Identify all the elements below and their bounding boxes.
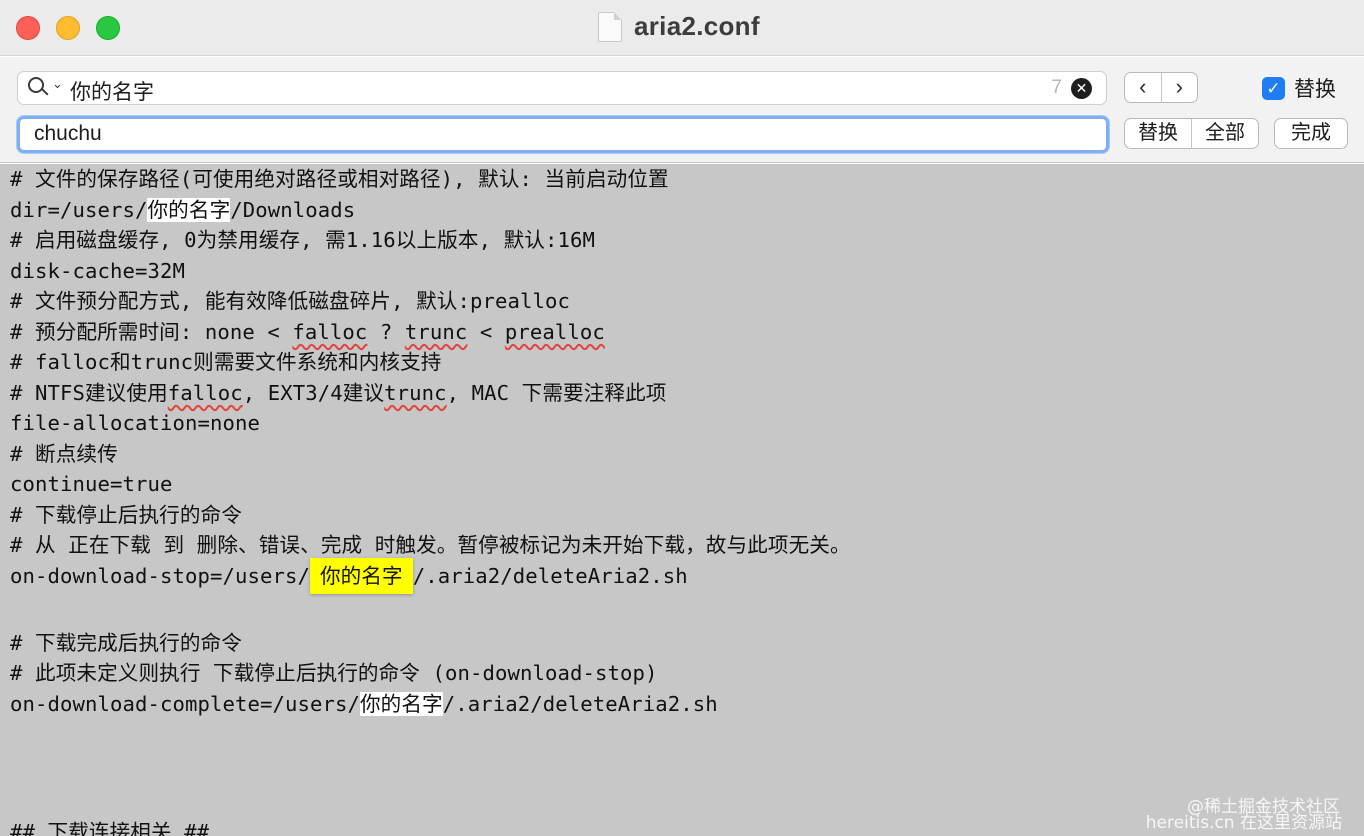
editor-line[interactable]: # 此项未定义则执行 下载停止后执行的命令 (on-download-stop) [10, 658, 657, 688]
match-count: 7 [1051, 77, 1062, 98]
spelling-error-mark: falloc [292, 319, 368, 344]
chevron-left-icon[interactable]: ‹ [1125, 73, 1161, 102]
spelling-error-mark: trunc [404, 319, 468, 344]
replace-checkbox-label: 替换 [1294, 78, 1336, 101]
editor-line[interactable]: # falloc和trunc则需要文件系统和内核支持 [10, 347, 442, 377]
editor-line[interactable]: dir=/users/你的名字/Downloads [10, 195, 355, 225]
find-field[interactable]: ⌄ 你的名字 7 ✕ [17, 71, 1107, 105]
editor-line[interactable]: # 预分配所需时间: none < falloc ? trunc < preal… [10, 317, 605, 347]
editor-line[interactable]: disk-cache=32M [10, 256, 185, 286]
search-options-chevron-icon[interactable]: ⌄ [52, 76, 63, 92]
search-icon[interactable] [28, 77, 50, 99]
match-navigation: ‹ › [1124, 72, 1198, 103]
spelling-error-mark: prealloc [504, 319, 605, 344]
editor-line[interactable]: # 断点续传 [10, 439, 118, 469]
minimize-window-button[interactable] [56, 16, 80, 40]
editor-line[interactable]: # 文件的保存路径(可使用绝对路径或相对路径), 默认: 当前启动位置 [10, 164, 669, 194]
spelling-error-mark: trunc [384, 380, 447, 405]
window-title: aria2.conf [634, 11, 760, 41]
chevron-right-icon[interactable]: › [1160, 73, 1198, 102]
editor-line[interactable]: # 下载停止后执行的命令 [10, 500, 242, 530]
close-window-button[interactable] [16, 16, 40, 40]
editor-line[interactable]: # NTFS建议使用falloc, EXT3/4建议trunc, MAC 下需要… [10, 378, 667, 408]
editor-line[interactable]: ## 下载连接相关 ## [10, 817, 209, 836]
editor-line[interactable]: # 从 正在下载 到 删除、错误、完成 时触发。暂停被标记为未开始下载，故与此项… [10, 530, 851, 560]
editor-line[interactable]: # 启用磁盘缓存, 0为禁用缓存, 需1.16以上版本, 默认:16M [10, 225, 595, 255]
document-icon [598, 12, 622, 42]
current-search-match: 你的名字 [309, 557, 413, 594]
clear-x-icon[interactable]: ✕ [1071, 78, 1092, 99]
editor-line[interactable]: on-download-stop=/users/你的名字/.aria2/dele… [10, 557, 688, 594]
done-button[interactable]: 完成 [1274, 118, 1348, 149]
replace-button-group: 替换 全部 [1124, 118, 1259, 149]
spelling-error-mark: falloc [167, 380, 243, 405]
replace-field[interactable]: chuchu [17, 116, 1109, 153]
text-editor[interactable]: # IPv4 DHT 文件路径，默认：$HOME/.aria2/dht.dat#… [0, 164, 1364, 836]
watermark-line-2: hereitis.cn 在这里资源站 [1145, 813, 1342, 833]
editor-line[interactable]: file-allocation=none [10, 408, 260, 438]
replace-all-button[interactable]: 全部 [1191, 119, 1258, 148]
editor-line[interactable]: on-download-complete=/users/你的名字/.aria2/… [10, 689, 718, 719]
replace-input-value[interactable]: chuchu [34, 122, 102, 146]
editor-line[interactable]: # 下载完成后执行的命令 [10, 628, 242, 658]
editor-line[interactable]: continue=true [10, 469, 172, 499]
title-bar: aria2.conf [0, 0, 1364, 56]
replace-checkbox[interactable]: ✓ [1262, 76, 1285, 100]
search-match: 你的名字 [359, 691, 443, 716]
editor-line[interactable]: # 文件预分配方式, 能有效降低磁盘碎片, 默认:prealloc [10, 286, 570, 316]
replace-toggle[interactable]: ✓ 替换 [1262, 75, 1336, 101]
search-match: 你的名字 [147, 197, 231, 222]
replace-button[interactable]: 替换 [1125, 119, 1191, 148]
find-input-value[interactable]: 你的名字 [70, 76, 154, 106]
zoom-window-button[interactable] [96, 16, 120, 40]
find-replace-bar: ⌄ 你的名字 7 ✕ ‹ › ✓ 替换 chuchu 替换 全部 完成 [0, 57, 1364, 163]
